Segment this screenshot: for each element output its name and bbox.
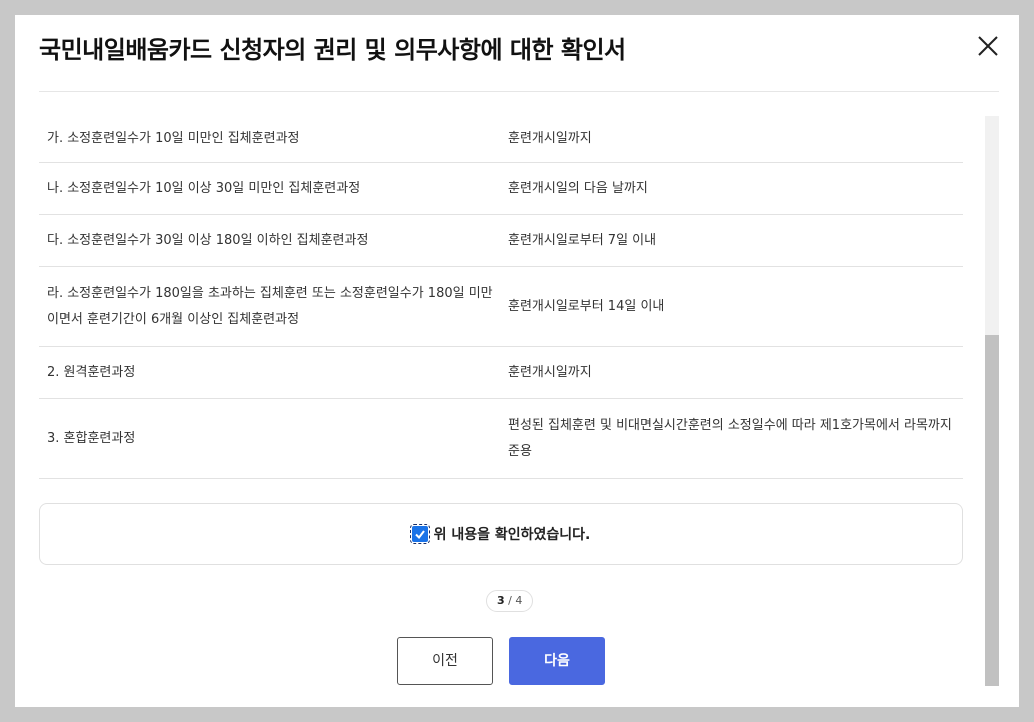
next-button[interactable]: 다음 — [509, 637, 605, 685]
row-course-type: 다. 소정훈련일수가 30일 이상 180일 이하인 집체훈련과정 — [47, 232, 369, 248]
row-deadline: 훈련개시일로부터 14일 이내 — [508, 298, 665, 314]
table-row: 가. 소정훈련일수가 10일 미만인 집체훈련과정 훈련개시일까지 — [39, 116, 963, 163]
row-course-type: 2. 원격훈련과정 — [47, 364, 136, 380]
row-course-type: 가. 소정훈련일수가 10일 미만인 집체훈련과정 — [47, 131, 300, 146]
confirm-text: 위 내용을 확인하였습니다. — [433, 527, 591, 543]
page-indicator: 3 / 4 — [486, 590, 534, 612]
table-row: 라. 소정훈련일수가 180일을 초과하는 집체훈련 또는 소정훈련일수가 18… — [39, 267, 963, 347]
scrollbar-thumb[interactable] — [985, 335, 999, 686]
checkmark-icon — [414, 530, 425, 540]
row-deadline: 훈련개시일까지 — [508, 131, 592, 146]
row-deadline: 훈련개시일로부터 7일 이내 — [508, 232, 657, 248]
modal-header: 국민내일배움카드 신청자의 권리 및 의무사항에 대한 확인서 — [39, 15, 999, 92]
row-deadline: 훈련개시일의 다음 날까지 — [508, 180, 648, 196]
confirmation-modal: 국민내일배움카드 신청자의 권리 및 의무사항에 대한 확인서 가. 소정훈련일… — [15, 15, 1019, 707]
modal-title: 국민내일배움카드 신청자의 권리 및 의무사항에 대한 확인서 — [39, 36, 626, 64]
row-deadline: 훈련개시일까지 — [508, 364, 592, 380]
scrollbar-track[interactable] — [985, 116, 999, 686]
deadline-table: 가. 소정훈련일수가 10일 미만인 집체훈련과정 훈련개시일까지 나. 소정훈… — [39, 116, 963, 479]
table-row: 2. 원격훈련과정 훈련개시일까지 — [39, 347, 963, 399]
confirm-checkbox[interactable] — [409, 524, 430, 544]
row-course-type: 3. 혼합훈련과정 — [47, 430, 136, 446]
prev-button[interactable]: 이전 — [397, 637, 493, 685]
table-row: 다. 소정훈련일수가 30일 이상 180일 이하인 집체훈련과정 훈련개시일로… — [39, 215, 963, 267]
row-course-type: 나. 소정훈련일수가 10일 이상 30일 미만인 집체훈련과정 — [47, 180, 361, 196]
current-page: 3 — [497, 594, 505, 607]
table-row: 나. 소정훈련일수가 10일 이상 30일 미만인 집체훈련과정 훈련개시일의 … — [39, 163, 963, 215]
close-icon — [978, 36, 998, 56]
row-deadline: 편성된 집체훈련 및 비대면실시간훈련의 소정일수에 따라 제1호가목에서 라목… — [508, 417, 952, 459]
modal-content: 가. 소정훈련일수가 10일 미만인 집체훈련과정 훈련개시일까지 나. 소정훈… — [39, 92, 963, 707]
confirm-box: 위 내용을 확인하였습니다. — [39, 503, 963, 565]
close-button[interactable] — [975, 33, 1001, 59]
table-row: 3. 혼합훈련과정 편성된 집체훈련 및 비대면실시간훈련의 소정일수에 따라 … — [39, 399, 963, 479]
confirm-checkbox-label[interactable]: 위 내용을 확인하였습니다. — [409, 524, 591, 544]
total-pages: / 4 — [508, 594, 523, 607]
row-course-type: 라. 소정훈련일수가 180일을 초과하는 집체훈련 또는 소정훈련일수가 18… — [47, 285, 493, 327]
